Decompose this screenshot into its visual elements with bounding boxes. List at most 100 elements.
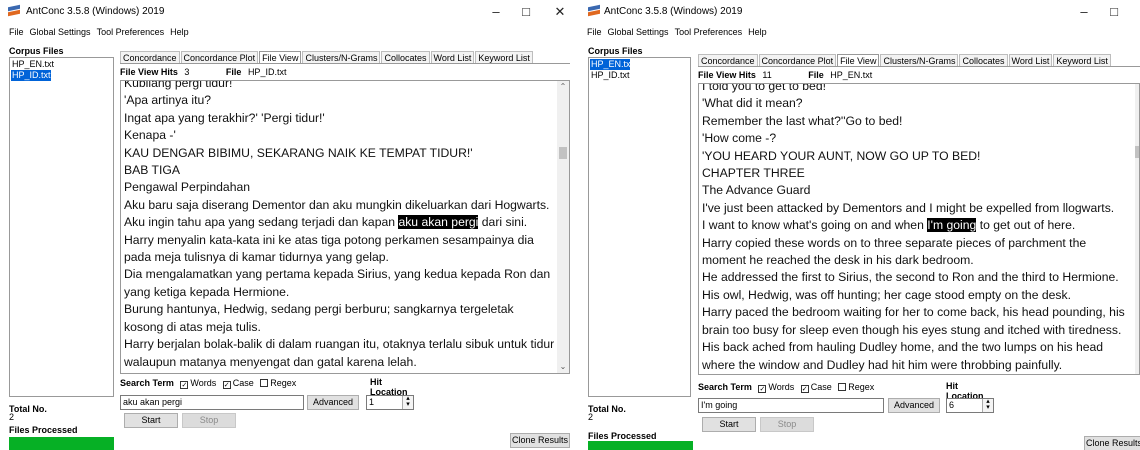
tab-clusters-ngrams[interactable]: Clusters/N-Grams [880, 54, 959, 66]
text-line: 'Apa artinya itu? [124, 93, 212, 108]
corpus-file-item-selected[interactable]: HP_ID.txt [11, 70, 51, 81]
search-term-input[interactable]: I'm going [698, 398, 884, 413]
close-icon[interactable]: ✕ [546, 2, 574, 22]
hit-location-stepper[interactable]: 6 ▴ ▾ [946, 398, 994, 413]
tab-underline [120, 63, 570, 64]
menu-tool-preferences[interactable]: Tool Preferences [94, 26, 168, 39]
vertical-scrollbar[interactable]: ⌃ ⌄ [557, 81, 569, 373]
tab-keyword-list[interactable]: Keyword List [1053, 54, 1111, 66]
corpus-files-panel: Corpus Files HP_EN.txt HP_ID.txt [588, 45, 691, 397]
chevron-up-icon[interactable]: ⌃ [557, 81, 569, 93]
text-line: His back ached from hauling Dudley home,… [702, 340, 1104, 372]
scroll-thumb[interactable] [559, 147, 567, 159]
corpus-file-list[interactable]: HP_EN.txt HP_ID.txt [9, 57, 114, 397]
hit-location-stepper[interactable]: 1 ▴ ▾ [366, 395, 414, 410]
tab-concordance-plot[interactable]: Concordance Plot [758, 54, 837, 66]
start-button[interactable]: Start [702, 417, 756, 432]
menu-help[interactable]: Help [745, 26, 770, 39]
tab-keyword-list[interactable]: Keyword List [475, 51, 533, 63]
maximize-icon[interactable]: □ [512, 2, 540, 22]
tab-collocates[interactable]: Collocates [381, 51, 430, 63]
title-bar: AntConc 3.5.8 (Windows) 2019 – □ ✕ [0, 0, 574, 24]
menu-bar: File Global Settings Tool Preferences Help [0, 26, 574, 39]
text-line: BAB TIGA [124, 163, 180, 178]
maximize-icon[interactable]: □ [1100, 2, 1128, 22]
regex-checkbox[interactable] [838, 383, 847, 391]
tab-concordance[interactable]: Concordance [120, 51, 180, 63]
tab-word-list[interactable]: Word List [430, 51, 475, 63]
text-line: Aku baru saja diserang Dementor dan aku … [124, 197, 550, 212]
case-checkbox[interactable]: ✓ [800, 385, 809, 393]
menu-file[interactable]: File [584, 26, 605, 39]
corpus-files-title: Corpus Files [588, 46, 643, 56]
file-view-hits-row: File View Hits 11 File HP_EN.txt [698, 69, 872, 81]
vertical-scrollbar[interactable] [1135, 84, 1139, 374]
advanced-button[interactable]: Advanced [888, 398, 940, 413]
clone-results-button[interactable]: Clone Results [1084, 436, 1140, 450]
text-line: CHAPTER THREE [702, 166, 805, 181]
words-label: Words [768, 382, 795, 392]
total-no-value: 2 [588, 412, 594, 422]
minimize-icon[interactable]: – [482, 2, 510, 22]
close-icon[interactable]: ✕ [1132, 2, 1140, 22]
text-line: 'YOU HEARD YOUR AUNT, NOW GO UP TO BED! [702, 148, 981, 163]
menu-file[interactable]: File [0, 26, 27, 39]
text-line-hit: I want to know what's going on and when … [702, 217, 1127, 234]
search-term-label: Search Term [120, 378, 174, 388]
file-view-hits-label: File View Hits [120, 67, 178, 77]
corpus-file-item[interactable]: HP_ID.txt [590, 70, 689, 81]
text-line: 'How come -? [702, 131, 777, 146]
stop-button[interactable]: Stop [760, 417, 814, 432]
tab-clusters-ngrams[interactable]: Clusters/N-Grams [302, 51, 381, 63]
corpus-file-item-selected[interactable]: HP_EN.txt [590, 59, 633, 70]
hit-context-after: to get out of here. [976, 218, 1076, 233]
antconc-app-icon [588, 4, 600, 17]
minimize-icon[interactable]: – [1070, 2, 1098, 22]
words-checkbox[interactable]: ✓ [758, 385, 767, 393]
title-bar: AntConc 3.5.8 (Windows) 2019 – □ ✕ [584, 0, 1140, 24]
text-line: KAU DENGAR BIBIMU, SEKARANG NAIK KE TEMP… [124, 145, 473, 160]
text-line: I've just been attacked by Dementors and… [702, 200, 1115, 215]
stop-button[interactable]: Stop [182, 413, 236, 428]
scroll-thumb[interactable] [1135, 146, 1139, 158]
case-checkbox[interactable]: ✓ [222, 381, 231, 389]
file-view-text[interactable]: I told you to get to bed! 'What did it m… [698, 83, 1140, 375]
file-label: File [808, 70, 824, 80]
menu-global-settings[interactable]: Global Settings [27, 26, 94, 39]
tab-concordance-plot[interactable]: Concordance Plot [180, 51, 259, 63]
words-label: Words [190, 378, 217, 388]
corpus-files-panel: Corpus Files HP_EN.txt HP_ID.txt [9, 45, 114, 397]
text-line: Dia mengalamatkan yang pertama kepada Si… [124, 267, 551, 299]
text-line: Ingat apa yang terakhir?' 'Pergi tidur!' [124, 110, 325, 125]
tab-collocates[interactable]: Collocates [959, 54, 1008, 66]
clone-results-button[interactable]: Clone Results [510, 433, 570, 448]
stepper-arrows-icon[interactable]: ▴ ▾ [402, 395, 413, 409]
antconc-app-icon [8, 4, 20, 17]
tab-word-list[interactable]: Word List [1008, 54, 1053, 66]
tab-concordance[interactable]: Concordance [698, 54, 758, 66]
case-label: Case [232, 378, 254, 388]
regex-label: Regex [848, 382, 875, 392]
corpus-file-item[interactable]: HP_EN.txt [11, 59, 112, 70]
menu-global-settings[interactable]: Global Settings [605, 26, 672, 39]
start-button[interactable]: Start [124, 413, 178, 428]
text-line: Pengawal Perpindahan [124, 180, 251, 195]
text-line: Burung hantunya, Hedwig, sedang pergi be… [124, 302, 514, 334]
text-line: Harry copied these words on to three sep… [702, 235, 1087, 268]
menu-help[interactable]: Help [167, 26, 192, 39]
progress-fill [588, 441, 693, 450]
search-hit-highlight: I'm going [927, 218, 977, 233]
text-line: Harry paced the bedroom waiting for her … [702, 305, 1125, 337]
chevron-down-icon[interactable]: ⌄ [557, 361, 569, 373]
window-title: AntConc 3.5.8 (Windows) 2019 [26, 6, 165, 17]
file-view-text[interactable]: Kubilang pergi tidur! 'Apa artinya itu? … [120, 80, 570, 374]
corpus-file-list[interactable]: HP_EN.txt HP_ID.txt [588, 57, 691, 397]
hit-context-before: Aku ingin tahu apa yang sedang terjadi d… [124, 215, 399, 230]
advanced-button[interactable]: Advanced [307, 395, 359, 410]
stepper-arrows-icon[interactable]: ▴ ▾ [982, 398, 993, 412]
text-line: 'What did it mean? [702, 96, 803, 111]
regex-checkbox[interactable] [260, 379, 269, 387]
menu-tool-preferences[interactable]: Tool Preferences [672, 26, 746, 39]
words-checkbox[interactable]: ✓ [180, 381, 189, 389]
search-term-input[interactable]: aku akan pergi [120, 395, 304, 410]
